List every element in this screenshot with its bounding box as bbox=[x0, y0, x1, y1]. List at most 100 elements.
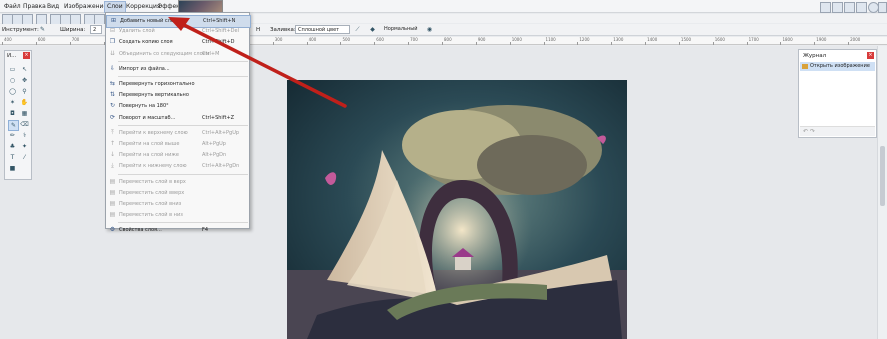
undo-icon[interactable]: ↶ bbox=[803, 128, 808, 135]
go-layer-down-icon: ↓ bbox=[109, 151, 116, 159]
menu-item-label: Перейти к нижнему слою bbox=[119, 163, 187, 170]
menu-item-move-layer-top: ▤ Переместить слой в верх bbox=[106, 177, 249, 187]
layer-properties-icon: ⚙ bbox=[109, 226, 116, 234]
ruler-tick-mark bbox=[442, 42, 443, 45]
ruler-tick-mark bbox=[306, 42, 308, 45]
menu-item-rotate-180[interactable]: ↻ Повернуть на 180° bbox=[106, 101, 249, 111]
eraser-icon[interactable]: ⌫ bbox=[20, 120, 29, 129]
blend-select[interactable]: Нормальный bbox=[382, 25, 422, 34]
shapes-icon[interactable]: ■ bbox=[8, 164, 17, 173]
menu-item-shortcut: Ctrl+Shift+N bbox=[203, 18, 236, 24]
menu-item-merge-down: ⇊ Объединить со следующим слоем Ctrl+M bbox=[106, 49, 249, 59]
paint-bucket-icon[interactable]: ◘ bbox=[8, 109, 17, 118]
menu-item-shortcut: F4 bbox=[202, 227, 209, 234]
menu-item-rotate-zoom[interactable]: ⟳ Поворот и масштаб... Ctrl+Shift+Z bbox=[106, 113, 249, 123]
ruler-tick-label: 1500 bbox=[680, 37, 692, 42]
paintbrush-icon[interactable]: ✎ bbox=[8, 120, 19, 131]
menu-image[interactable]: Изображение bbox=[62, 2, 109, 12]
layers-window-icon[interactable] bbox=[844, 2, 855, 13]
move-icon[interactable]: ✥ bbox=[20, 76, 29, 85]
menu-item-shortcut: Ctrl+Alt+PgUp bbox=[202, 129, 240, 136]
clone-stamp-icon[interactable]: ♣ bbox=[8, 142, 17, 151]
fill-select[interactable]: Сплошной цвет bbox=[295, 25, 350, 34]
pan-icon[interactable]: ✋ bbox=[20, 98, 29, 107]
move-selection-icon[interactable]: ↖ bbox=[20, 65, 29, 74]
ruler-tick-label: 400 bbox=[4, 37, 12, 42]
colors-window-icon[interactable] bbox=[856, 2, 867, 13]
alpha-icon[interactable]: ◉ bbox=[425, 25, 434, 34]
tools-window-icon[interactable] bbox=[820, 2, 831, 13]
antialias-icon[interactable]: ⟋ bbox=[353, 25, 362, 34]
ellipse-select-icon[interactable]: ◯ bbox=[8, 87, 17, 96]
history-panel: Журнал × Открыть изображение ↶ ↷ bbox=[798, 49, 877, 138]
ruler-tick-mark bbox=[848, 42, 850, 45]
ruler-tick-mark bbox=[678, 42, 680, 45]
ruler-tick-mark bbox=[340, 42, 342, 45]
menu-edit[interactable]: Правка bbox=[21, 2, 48, 12]
menu-item-label: Переместить слой в низ bbox=[119, 212, 183, 219]
width-input[interactable]: 2 bbox=[90, 25, 102, 34]
ruler-tick-label: 1300 bbox=[613, 37, 624, 42]
go-top-layer-icon: ⤒ bbox=[111, 128, 114, 136]
gradient-icon[interactable]: ▦ bbox=[20, 109, 29, 118]
ruler-tick-label: 600 bbox=[376, 37, 384, 42]
text-icon[interactable]: T bbox=[8, 153, 17, 162]
menu-item-move-layer-bottom: ▤ Переместить слой в низ bbox=[106, 210, 249, 220]
history-panel-title: Журнал bbox=[803, 53, 827, 59]
menu-item-flip-vertical[interactable]: ⇅ Перевернуть вертикально bbox=[106, 90, 249, 100]
menu-separator bbox=[118, 76, 248, 77]
rectangle-select-icon[interactable]: ▭ bbox=[8, 65, 17, 74]
menu-item-flip-horizontal[interactable]: ⇆ Перевернуть горизонтально bbox=[106, 79, 249, 89]
menu-item-layer-properties[interactable]: ⚙ Свойства слоя... F4 bbox=[106, 225, 249, 235]
menu-file[interactable]: Файл bbox=[2, 2, 23, 12]
ruler-tick-mark bbox=[374, 42, 376, 45]
ruler-tick-mark bbox=[645, 42, 647, 45]
fantasy-book-illustration bbox=[287, 80, 627, 339]
tools-panel: И... × ▭ ↖ ○ ✥ ◯ ⚲ ✶ ✋ ◘ ▦ ✎ ⌫ ✏ ⚕ ♣ ✦ T… bbox=[4, 50, 32, 180]
ruler-tick-label: 1200 bbox=[579, 37, 590, 42]
menu-item-label: Перейти на слой выше bbox=[119, 141, 180, 147]
rotate-zoom-icon: ⟳ bbox=[109, 113, 116, 121]
ruler-tick-label: 1600 bbox=[714, 37, 725, 42]
ruler-tick-mark bbox=[712, 42, 714, 45]
add-layer-icon: ⊞ bbox=[110, 17, 117, 24]
tools-panel-title: И... bbox=[7, 53, 17, 59]
menu-item-shortcut: Ctrl+M bbox=[202, 50, 220, 57]
color-picker-icon[interactable]: ⚕ bbox=[20, 131, 29, 140]
close-icon[interactable]: × bbox=[867, 52, 874, 59]
move-layer-bottom-icon: ▤ bbox=[109, 211, 116, 219]
ruler-tick-label: 2000 bbox=[850, 37, 861, 42]
menu-item-import[interactable]: ⇩ Импорт из файла... bbox=[106, 64, 249, 74]
pencil-icon[interactable]: ✏ bbox=[8, 131, 17, 140]
blend-mode-icon[interactable]: ◆ bbox=[368, 25, 377, 34]
import-icon: ⇩ bbox=[109, 64, 116, 72]
menu-item-duplicate-layer[interactable]: ❐ Создать копию слоя Ctrl+Shift+D bbox=[106, 37, 249, 47]
scroll-thumb[interactable] bbox=[880, 146, 885, 206]
menu-view[interactable]: Вид bbox=[45, 2, 61, 12]
canvas-image[interactable] bbox=[287, 80, 627, 339]
lasso-select-icon[interactable]: ○ bbox=[8, 76, 17, 85]
ruler-tick-label: 1400 bbox=[647, 37, 658, 42]
ruler-tick-label: 1700 bbox=[748, 37, 759, 42]
history-window-icon[interactable] bbox=[832, 2, 843, 13]
redo-icon[interactable]: ↷ bbox=[810, 128, 815, 135]
brush-tool-icon[interactable]: ✎ bbox=[38, 25, 47, 34]
go-bottom-layer-icon: ⤓ bbox=[111, 162, 114, 170]
menu-item-delete-layer: ⊟ Удалить слой Ctrl+Shift+Del bbox=[106, 26, 249, 36]
ruler-tick-label: 700 bbox=[410, 37, 418, 42]
ruler-tick-mark bbox=[746, 42, 748, 45]
menu-item-go-top-layer: ⤒ Перейти к верхнему слою Ctrl+Alt+PgUp bbox=[106, 128, 249, 138]
magic-wand-icon[interactable]: ✶ bbox=[8, 98, 17, 107]
line-curve-icon[interactable]: ⁄ bbox=[20, 153, 29, 162]
close-icon[interactable]: × bbox=[23, 52, 30, 59]
history-entry[interactable]: Открыть изображение bbox=[800, 62, 875, 71]
menu-item-label: Объединить со следующим слоем bbox=[119, 50, 210, 57]
recolor-icon[interactable]: ✦ bbox=[20, 142, 29, 151]
zoom-icon[interactable]: ⚲ bbox=[20, 87, 29, 96]
ruler-tick-label: 1800 bbox=[782, 37, 793, 42]
move-layer-up-icon: ▤ bbox=[109, 188, 116, 196]
help-icon[interactable] bbox=[878, 2, 887, 13]
vertical-scrollbar[interactable] bbox=[877, 46, 887, 339]
merge-down-icon: ⇊ bbox=[109, 49, 116, 57]
menu-item-move-layer-up: ▤ Переместить слой вверх bbox=[106, 188, 249, 198]
